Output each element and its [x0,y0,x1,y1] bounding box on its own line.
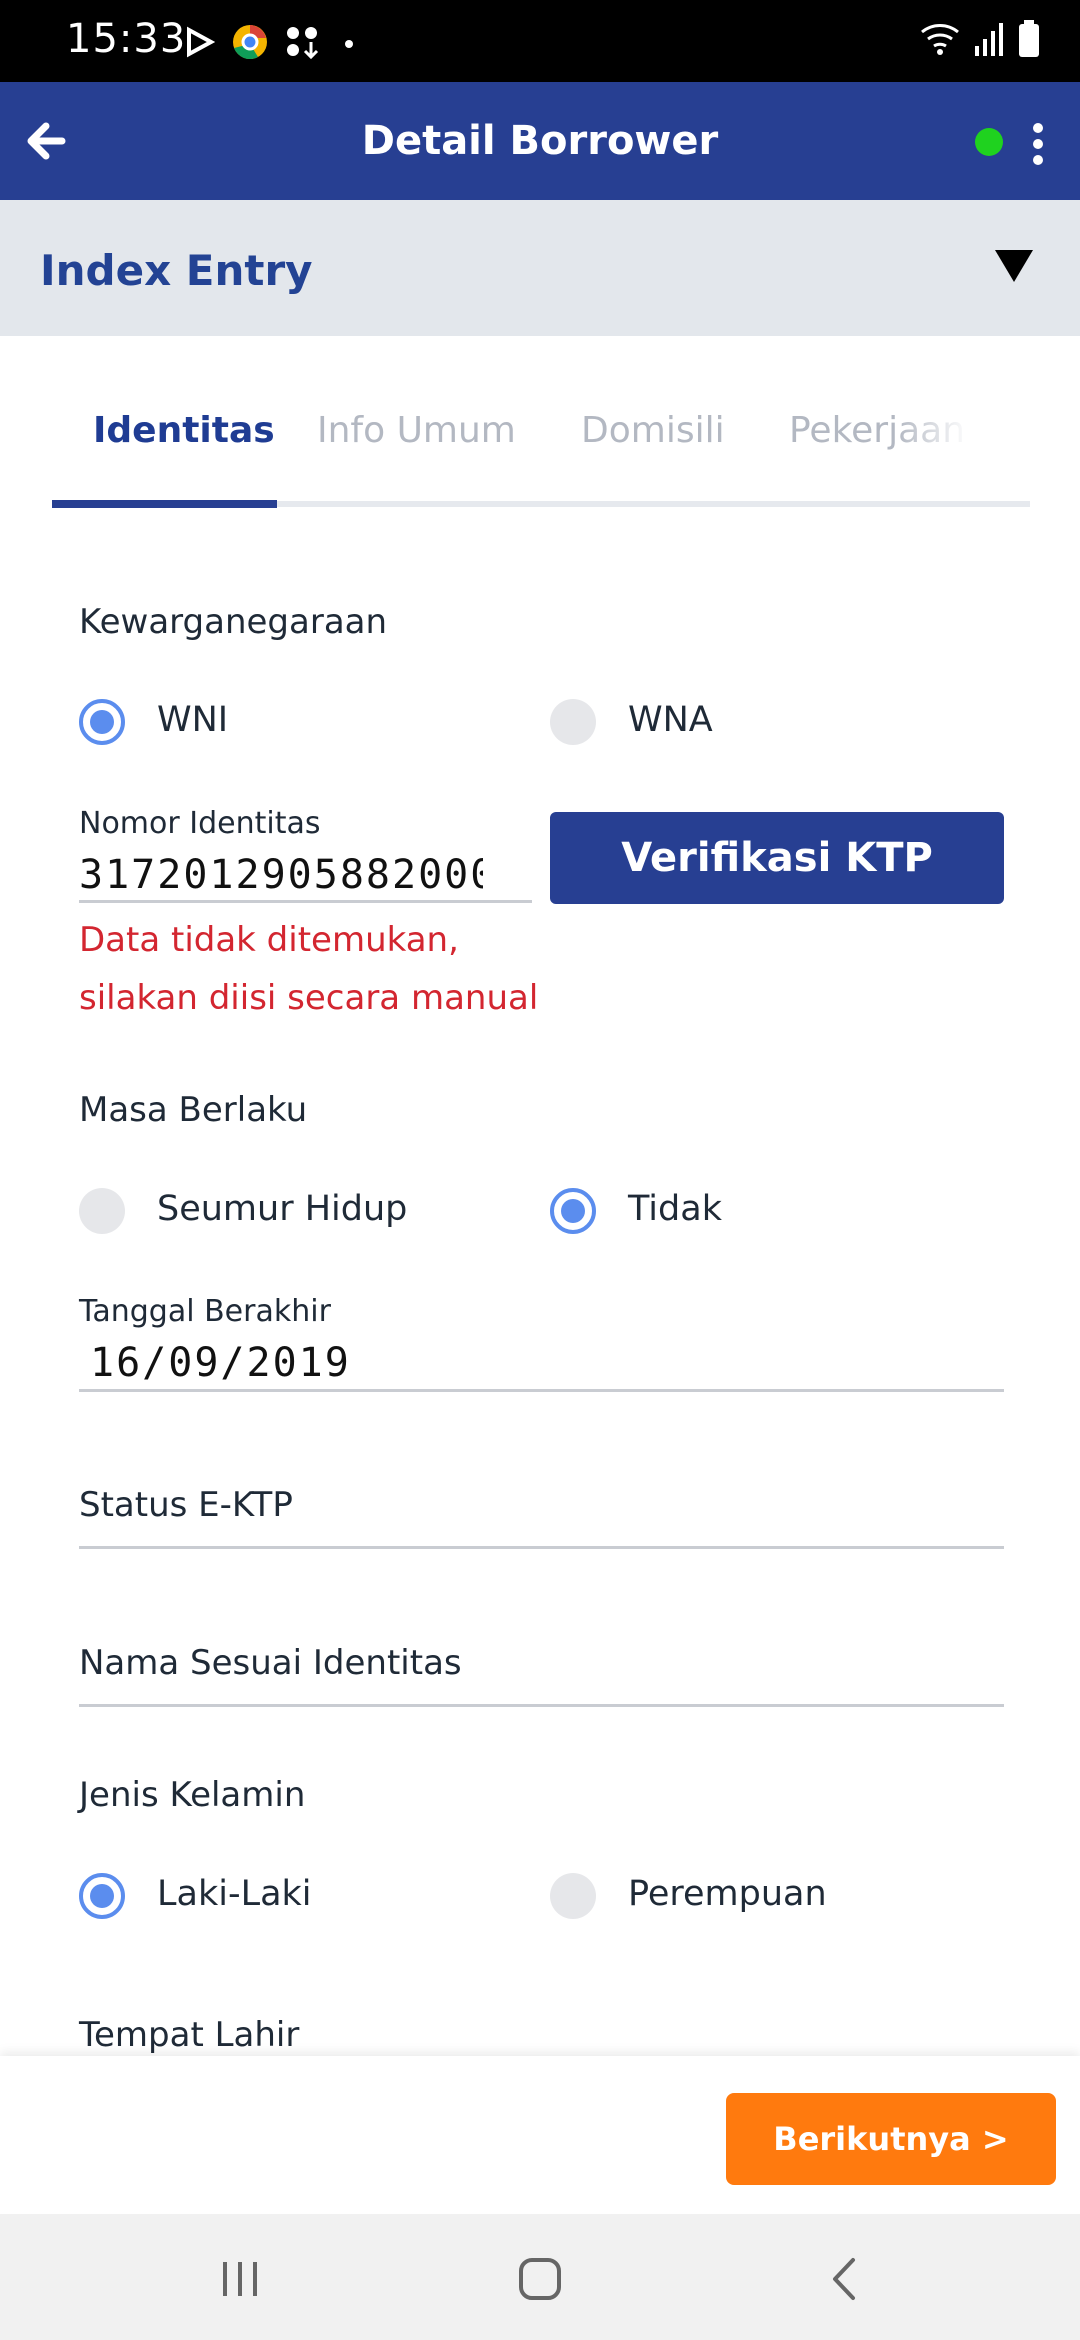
radio-wni-label: WNI [157,700,229,740]
masa-berlaku-label: Masa Berlaku [79,1090,308,1130]
nama-identitas-underline [79,1704,1004,1707]
radio-wni[interactable] [79,699,125,745]
tab-info-umum[interactable]: Info Umum [317,410,516,451]
dot-icon [345,40,353,48]
error-message-line2: silakan diisi secara manual [79,978,539,1018]
tab-identitas[interactable]: Identitas [93,410,275,451]
radio-seumur-hidup[interactable] [79,1188,125,1234]
nomor-identitas-label: Nomor Identitas [79,806,321,841]
tanggal-berakhir-underline [79,1389,1004,1392]
wifi-icon [921,24,959,55]
radio-laki-laki[interactable] [79,1873,125,1919]
page-title: Detail Borrower [361,118,719,164]
tab-bar: Identitas Info Umum Domisili Pekerjaan [52,410,1030,510]
error-message-line1: Data tidak ditemukan, [79,920,459,960]
play-store-icon [187,26,215,58]
online-status-icon [975,128,1003,156]
kewarganegaraan-label: Kewarganegaraan [79,602,388,642]
tab-domisili[interactable]: Domisili [581,410,725,451]
apps-download-icon [287,27,319,60]
chrome-icon [233,25,267,60]
nomor-identitas-input[interactable]: 3172012905882000 [79,852,483,898]
signal-icon [975,23,1003,56]
tab-active-indicator [52,500,277,508]
verifikasi-ktp-button[interactable]: Verifikasi KTP [550,812,1004,904]
jenis-kelamin-label: Jenis Kelamin [79,1775,306,1815]
radio-seumur-hidup-label: Seumur Hidup [157,1189,408,1229]
status-time: 15:33 [66,16,187,62]
status-bar: 15:33 [0,0,1080,82]
radio-laki-laki-label: Laki-Laki [157,1874,312,1914]
status-right-icons [920,20,1040,58]
status-ektp-underline [79,1546,1004,1549]
tempat-lahir-label: Tempat Lahir [79,2015,300,2055]
tanggal-berakhir-input[interactable]: 16/09/2019 [90,1340,351,1386]
radio-perempuan-label: Perempuan [628,1874,827,1914]
index-entry-header[interactable]: Index Entry [0,200,1080,336]
chevron-down-icon[interactable] [995,250,1033,284]
nama-identitas-field[interactable]: Nama Sesuai Identitas [79,1643,462,1683]
radio-tidak-label: Tidak [628,1189,722,1229]
radio-perempuan[interactable] [550,1873,596,1919]
radio-wna-label: WNA [628,700,713,740]
recent-apps-icon[interactable] [215,2254,265,2304]
radio-wna[interactable] [550,699,596,745]
home-icon[interactable] [515,2254,565,2304]
index-entry-label: Index Entry [40,246,313,295]
tanggal-berakhir-label: Tanggal Berakhir [79,1294,331,1329]
status-ektp-field[interactable]: Status E-KTP [79,1485,293,1525]
nomor-identitas-underline [79,900,532,903]
battery-icon [1019,20,1039,57]
next-button[interactable]: Berikutnya > [726,2093,1056,2185]
radio-tidak[interactable] [550,1188,596,1234]
back-nav-icon[interactable] [820,2254,870,2304]
back-arrow-icon[interactable] [22,116,72,166]
more-options-icon[interactable] [1032,123,1044,165]
app-bar: Detail Borrower [0,82,1080,200]
tab-pekerjaan[interactable]: Pekerjaan [789,410,969,451]
